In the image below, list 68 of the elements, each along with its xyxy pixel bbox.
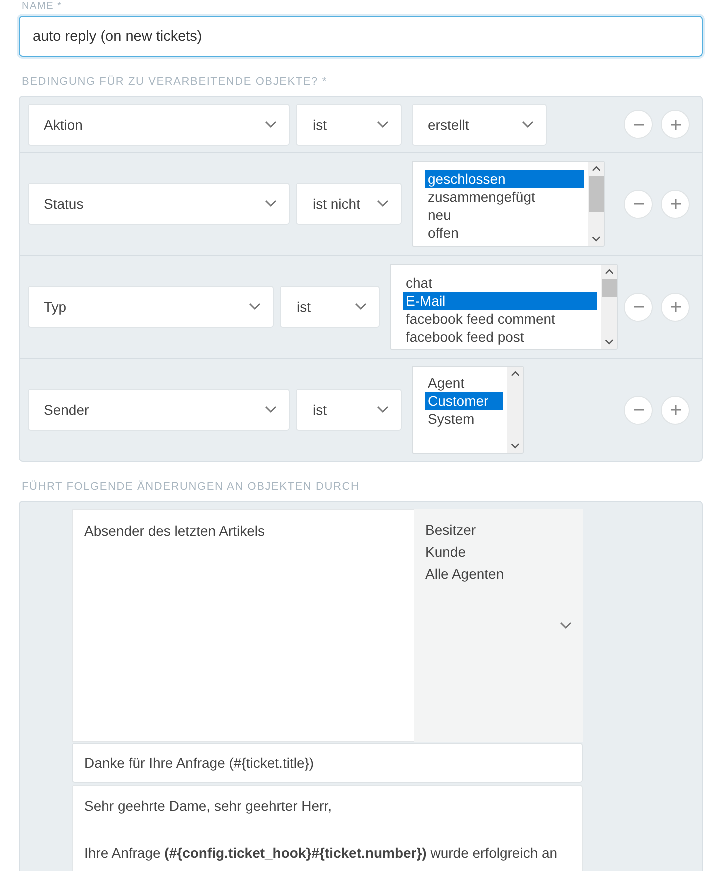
scroll-down-icon xyxy=(604,339,614,345)
chevron-down-icon xyxy=(249,303,261,311)
recipient-option[interactable]: Alle Agenten xyxy=(426,563,570,585)
scrollbar[interactable] xyxy=(601,265,617,349)
scroll-up-icon xyxy=(604,269,614,275)
attribute-select[interactable]: Typ xyxy=(28,286,274,328)
chevron-down-icon xyxy=(377,200,389,208)
body-paragraph: Ihre Anfrage (#{config.ticket_hook}#{ticket.number}) wurde erfolgreich an xyxy=(84,844,559,863)
operator-select[interactable]: ist xyxy=(296,104,402,146)
add-button[interactable] xyxy=(661,190,690,218)
remove-button[interactable] xyxy=(624,292,653,322)
add-button[interactable] xyxy=(661,292,690,322)
plus-icon xyxy=(670,118,682,130)
remove-button[interactable] xyxy=(624,396,653,424)
chevron-down-icon xyxy=(265,200,277,208)
value-listbox[interactable]: geschlossen zusammengefügt neu offen xyxy=(412,161,605,247)
subject-input-field[interactable]: Danke für Ihre Anfrage (#{ticket.title}) xyxy=(72,743,582,783)
chevron-down-icon xyxy=(560,622,572,630)
remove-button[interactable] xyxy=(624,190,653,218)
attribute-select[interactable]: Status xyxy=(28,183,290,225)
plus-icon xyxy=(670,198,682,210)
value-listbox[interactable]: Agent Customer System xyxy=(412,366,524,454)
listbox-option[interactable]: geschlossen xyxy=(425,170,584,188)
chevron-down-icon xyxy=(377,120,389,128)
listbox-option[interactable]: Customer xyxy=(425,392,503,410)
listbox-option[interactable]: Agent xyxy=(425,374,503,392)
operator-select[interactable]: ist xyxy=(296,389,402,431)
section-label: FÜHRT FOLGENDE ÄNDERUNGEN AN OBJEKTEN DURCH xyxy=(22,481,361,493)
listbox-option[interactable]: facebook feed post xyxy=(403,328,597,346)
operator-select[interactable]: ist xyxy=(280,286,380,328)
recipient-option[interactable]: Besitzer xyxy=(426,519,570,541)
listbox-option[interactable]: offen xyxy=(425,224,584,242)
field-label: NAME * xyxy=(22,1,64,13)
body-editor[interactable]: Sehr geehrte Dame, sehr geehrter Herr, Ihre Anfrage (#{config.ticket_hook}#{ticket.number}) wurde erfolgreich an xyxy=(72,785,582,871)
recipient-option[interactable]: Kunde xyxy=(426,541,570,563)
add-button[interactable] xyxy=(661,110,690,139)
recipient-item[interactable]: Absender des letzten Artikels xyxy=(84,520,402,542)
operator-select[interactable]: ist nicht xyxy=(296,183,402,225)
scroll-thumb[interactable] xyxy=(588,176,604,212)
section-label: BEDINGUNG FÜR ZU VERARBEITENDE OBJEKTE? * xyxy=(22,76,328,88)
listbox-option[interactable]: System xyxy=(425,410,503,428)
listbox-option[interactable]: zusammengefügt xyxy=(425,188,584,206)
attribute-select[interactable]: Sender xyxy=(28,389,290,431)
scroll-up-icon xyxy=(592,166,600,172)
chevron-down-icon xyxy=(355,303,367,311)
plus-icon xyxy=(670,301,682,313)
body-paragraph: Sehr geehrte Dame, sehr geehrter Herr, xyxy=(84,797,333,816)
scrollbar[interactable] xyxy=(588,162,604,246)
plus-icon xyxy=(670,404,682,416)
value-listbox[interactable]: chat E-Mail facebook feed comment facebook feed post xyxy=(390,264,618,350)
value-select[interactable]: erstellt xyxy=(412,104,547,146)
attribute-select[interactable]: Aktion xyxy=(28,104,290,146)
name-input-field[interactable]: auto reply (on new tickets) xyxy=(19,16,703,57)
add-button[interactable] xyxy=(661,396,690,424)
listbox-option[interactable]: E-Mail xyxy=(403,292,597,310)
scroll-down-icon xyxy=(592,236,600,242)
scroll-down-icon xyxy=(510,443,520,449)
scroll-thumb[interactable] xyxy=(602,279,616,297)
remove-button[interactable] xyxy=(624,110,653,139)
listbox-option[interactable]: facebook feed comment xyxy=(403,310,597,328)
listbox-option[interactable]: neu xyxy=(425,206,584,224)
chevron-down-icon xyxy=(522,120,534,128)
chevron-down-icon xyxy=(265,120,277,128)
chevron-down-icon xyxy=(377,406,389,414)
scrollbar[interactable] xyxy=(507,367,523,453)
listbox-option[interactable]: chat xyxy=(403,274,597,292)
chevron-down-icon xyxy=(265,406,277,414)
scroll-up-icon xyxy=(510,371,520,377)
